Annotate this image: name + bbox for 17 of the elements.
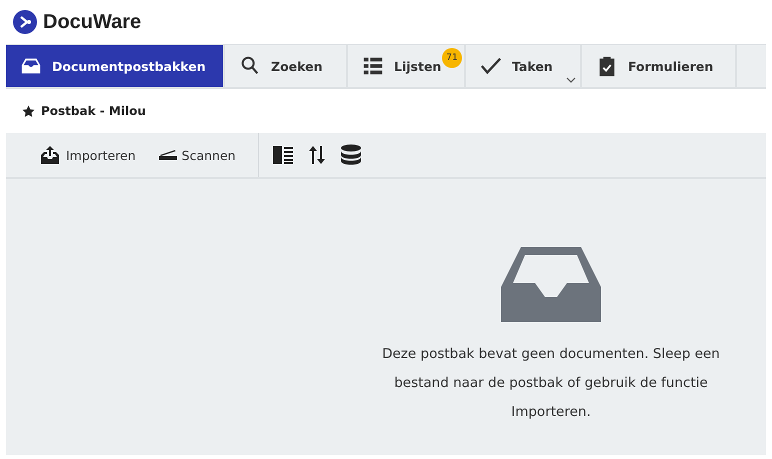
list-icon <box>362 55 384 77</box>
nav-tab[interactable]: Documentpostbakken <box>6 45 225 87</box>
empty-message: Deze postbak bevat geen documenten. Sleep een bestand naar de postbak of gebruik de functie Importeren. <box>381 345 721 422</box>
scan-button[interactable]: Scannen <box>152 139 242 171</box>
panel-layout-icon <box>270 144 295 166</box>
logo-icon <box>12 9 38 35</box>
upload-tray-icon <box>38 145 62 165</box>
empty-tray-icon <box>501 247 601 322</box>
inbox-title: Postbak - Milou <box>41 104 146 118</box>
scanner-icon <box>158 149 178 161</box>
brand-name: DocuWare <box>43 10 142 34</box>
search-icon <box>239 55 261 77</box>
count-badge: 71 <box>442 48 462 68</box>
import-button[interactable]: Importeren <box>32 139 142 171</box>
sort-icon <box>306 144 327 166</box>
database-icon <box>338 143 363 167</box>
checkmark-icon <box>480 55 502 77</box>
